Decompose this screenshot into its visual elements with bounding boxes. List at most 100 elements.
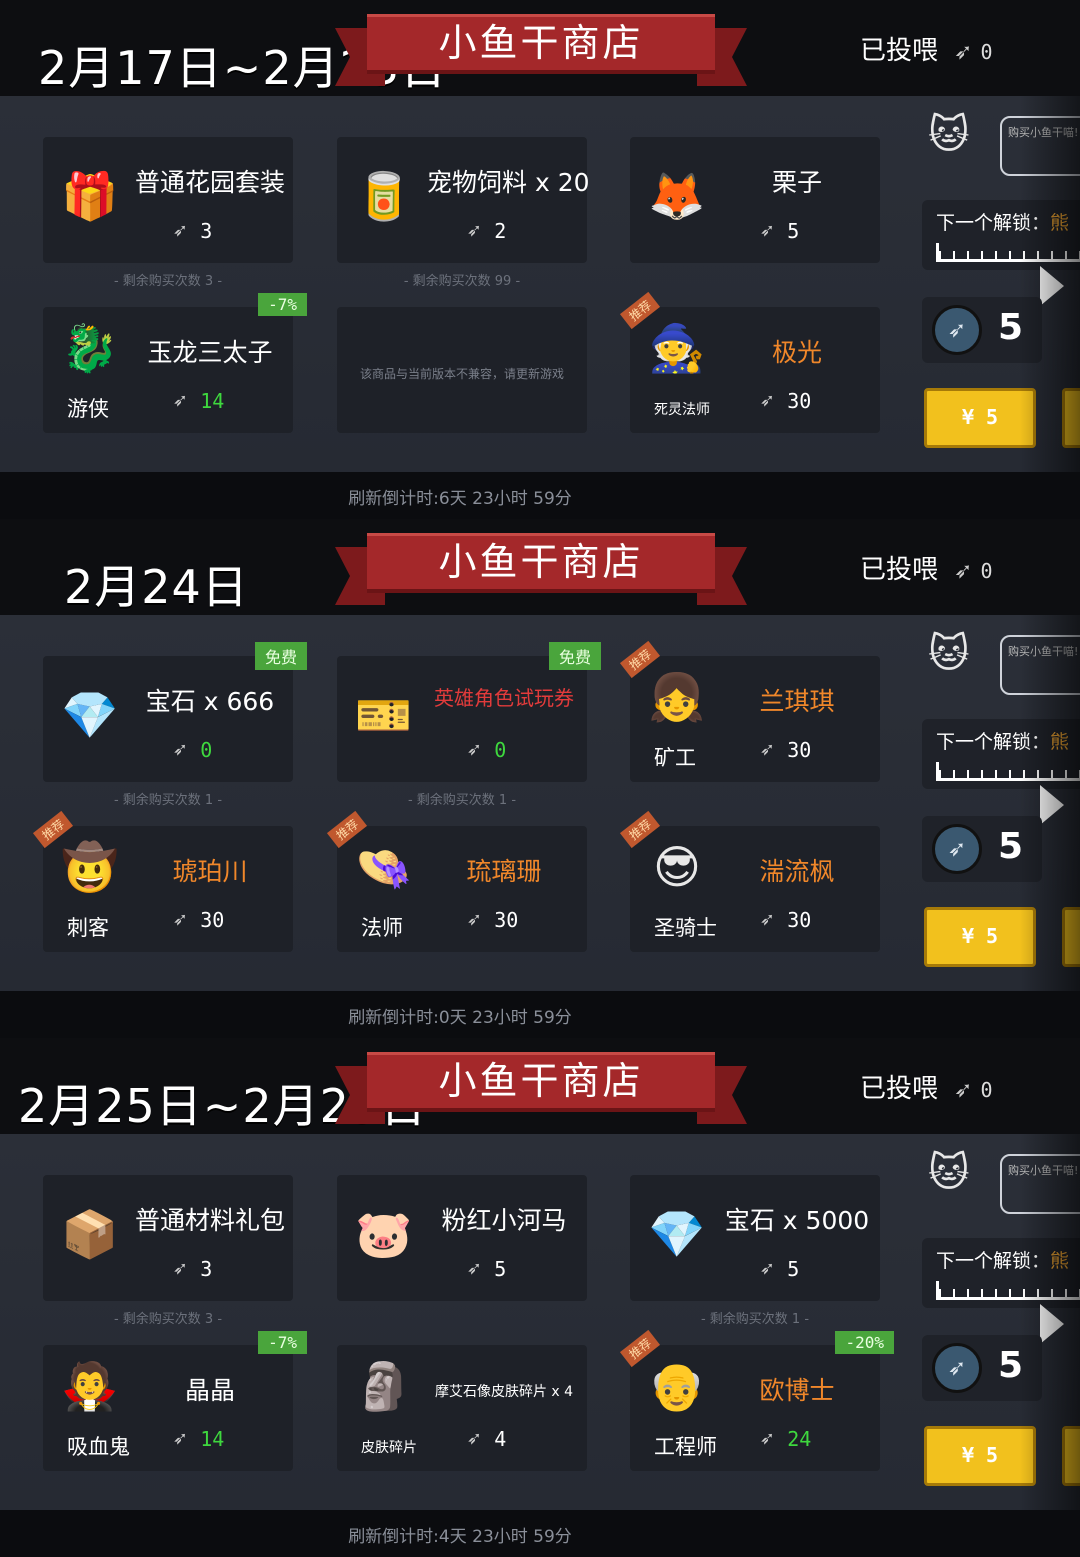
cat-icon: 🐱 xyxy=(928,1150,970,1196)
shop-item[interactable]: 🦊 栗子 ➶ 5 xyxy=(630,137,880,263)
item-price: ➶ 30 xyxy=(760,389,812,414)
remaining-count: - 剩余购买次数 99 - xyxy=(403,274,521,289)
shop-item[interactable]: 🥫 宠物饲料 x 20 ➶ 2 xyxy=(337,137,590,263)
fed-label: 已投喂 xyxy=(860,36,939,66)
buy-button-2[interactable] xyxy=(1062,1426,1080,1486)
speech-bubble: 购买小鱼干喵! xyxy=(1000,635,1080,695)
item-price: ➶ 5 xyxy=(760,1257,800,1282)
unlock-label: 下一个解锁： xyxy=(936,1250,1051,1272)
fish-coin-icon: ➶ xyxy=(932,305,982,355)
shop-item[interactable]: -7% 🧛 晶晶 吸血鬼 ➶ 14 xyxy=(43,1331,307,1471)
item-price: ➶ 5 xyxy=(467,1257,507,1282)
garden-kit-icon: 🎁 xyxy=(61,168,119,223)
fish-icon: ➶ xyxy=(173,908,187,933)
remaining-count: - 剩余购买次数 1 - xyxy=(113,793,223,808)
item-role: 皮肤碎片 xyxy=(361,1440,417,1456)
item-role: 刺客 xyxy=(67,916,109,940)
item-price: ➶ 0 xyxy=(467,738,507,763)
buy-button[interactable]: ¥ 5 xyxy=(924,907,1036,967)
fish-icon: ➶ xyxy=(467,1257,481,1282)
character-icon: 🧛 xyxy=(61,1358,119,1413)
incompatible-note: 该商品与当前版本不兼容，请更新游戏 xyxy=(359,367,564,381)
item-role: 吸血鬼 xyxy=(67,1435,130,1459)
item-price: ➶ 30 xyxy=(760,738,812,763)
item-name: 兰琪琪 xyxy=(759,687,835,716)
fed-counter: 已投喂 ➶ 0 xyxy=(860,1068,993,1105)
buy-button[interactable]: ¥ 5 xyxy=(924,388,1036,448)
shop-panel-1: 2月17日~2月23日 小鱼干商店 已投喂 ➶ 0 🎁 普通花园套装 ➶ 3 🥫 宠物… xyxy=(0,0,1080,519)
item-name: 湍流枫 xyxy=(759,857,835,886)
free-badge: 免费 xyxy=(254,642,307,670)
item-price: ➶ 0 xyxy=(173,738,213,763)
fish-counter: ➶ 5 xyxy=(922,1335,1042,1401)
item-price: ➶ 24 xyxy=(760,1427,812,1452)
fish-counter: ➶ 5 xyxy=(922,297,1042,363)
next-arrow-icon[interactable] xyxy=(1040,266,1064,306)
fish-icon: ➶ xyxy=(954,559,973,584)
item-price: ➶ 30 xyxy=(467,908,519,933)
fish-icon: ➶ xyxy=(954,1078,973,1103)
fish-icon: ➶ xyxy=(173,389,187,414)
fish-coin-icon: ➶ xyxy=(932,824,982,874)
buy-button-2[interactable] xyxy=(1062,388,1080,448)
shop-item[interactable]: -7% 🐉 玉龙三太子 游侠 ➶ 14 xyxy=(43,293,307,433)
fish-icon: ➶ xyxy=(467,1427,481,1452)
shop-title: 小鱼干商店 xyxy=(367,14,715,74)
shop-item[interactable]: 💎 宝石 x 5000 ➶ 5 xyxy=(630,1175,880,1301)
shop-item[interactable]: 推荐 👒 琉璃珊 法师 ➶ 30 xyxy=(326,810,587,952)
item-price: ➶ 30 xyxy=(173,908,225,933)
shop-item[interactable]: 🐷 粉红小河马 ➶ 5 xyxy=(337,1175,587,1301)
fish-coin-icon: ➶ xyxy=(932,1343,982,1393)
shop-item[interactable]: 🗿 摩艾石像皮肤碎片 x 4 皮肤碎片 ➶ 4 xyxy=(337,1345,587,1471)
fed-label: 已投喂 xyxy=(860,555,939,585)
pet-food-icon: 🥫 xyxy=(355,168,413,223)
item-role: 圣骑士 xyxy=(654,916,717,940)
shop-item[interactable]: 推荐 🧙 极光 死灵法师 ➶ 30 xyxy=(619,291,880,433)
shop-item[interactable]: 免费 💎 宝石 x 666 ➶ 0 xyxy=(43,642,307,782)
item-name: 摩艾石像皮肤碎片 x 4 xyxy=(434,1384,574,1400)
unlock-progress: 下一个解锁：熊 xyxy=(922,200,1080,270)
item-price: ➶ 14 xyxy=(173,1427,225,1452)
fish-icon: ➶ xyxy=(467,908,481,933)
shop-item[interactable]: 🎁 普通花园套装 ➶ 3 xyxy=(43,137,293,263)
buy-button-2[interactable] xyxy=(1062,907,1080,967)
fish-count: 5 xyxy=(998,1345,1024,1386)
fish-icon: ➶ xyxy=(760,908,774,933)
buy-button[interactable]: ¥ 5 xyxy=(924,1426,1036,1486)
shop-title: 小鱼干商店 xyxy=(367,533,715,593)
shop-item[interactable]: 推荐 👧 兰琪琪 矿工 ➶ 30 xyxy=(619,640,880,782)
fish-count: 5 xyxy=(998,307,1024,348)
remaining-count: - 剩余购买次数 1 - xyxy=(407,793,517,808)
shop-ribbon: 小鱼干商店 xyxy=(335,533,747,605)
shop-item[interactable]: -20% 推荐 👴 欧博士 工程师 ➶ 24 xyxy=(619,1329,894,1471)
gem-icon: 💎 xyxy=(61,687,119,742)
progress-ruler xyxy=(936,243,1080,262)
next-arrow-icon[interactable] xyxy=(1040,1304,1064,1344)
pink-hippo-icon: 🐷 xyxy=(355,1206,413,1261)
next-arrow-icon[interactable] xyxy=(1040,785,1064,825)
item-role: 游侠 xyxy=(67,397,109,421)
cat-icon: 🐱 xyxy=(928,631,970,677)
shop-ribbon: 小鱼干商店 xyxy=(335,1052,747,1124)
unlock-progress: 下一个解锁：熊 xyxy=(922,719,1080,789)
item-role: 法师 xyxy=(361,916,403,940)
fish-count: 5 xyxy=(998,826,1024,867)
shop-item[interactable]: 推荐 😎 湍流枫 圣骑士 ➶ 30 xyxy=(619,810,880,952)
refresh-countdown: 刷新倒计时:4天 23小时 59分 xyxy=(348,1527,572,1547)
item-name: 欧博士 xyxy=(759,1376,835,1405)
fish-icon: ➶ xyxy=(173,1427,187,1452)
discount-badge: -7% xyxy=(258,1331,307,1354)
shop-panel-2: 2月24日 小鱼干商店 已投喂 ➶ 0 免费 💎 宝石 x 666 ➶ 0 免费 🎫 … xyxy=(0,519,1080,1038)
shop-item[interactable]: 📦 普通材料礼包 ➶ 3 xyxy=(43,1175,293,1301)
fish-icon: ➶ xyxy=(760,738,774,763)
fed-counter: 已投喂 ➶ 0 xyxy=(860,549,993,586)
unlock-name: 熊 xyxy=(1050,1250,1070,1272)
shop-item[interactable]: 推荐 🤠 琥珀川 刺客 ➶ 30 xyxy=(32,810,293,952)
remaining-count: - 剩余购买次数 3 - xyxy=(113,1312,223,1327)
shop-item[interactable]: 免费 🎫 英雄角色试玩券 ➶ 0 xyxy=(337,642,601,782)
fed-counter: 已投喂 ➶ 0 xyxy=(860,30,993,67)
item-name: 宝石 x 666 xyxy=(145,687,275,716)
discount-badge: -7% xyxy=(258,293,307,316)
footer: 刷新倒计时:0天 23小时 59分 xyxy=(0,991,1080,1038)
item-price: ➶ 3 xyxy=(173,219,213,244)
